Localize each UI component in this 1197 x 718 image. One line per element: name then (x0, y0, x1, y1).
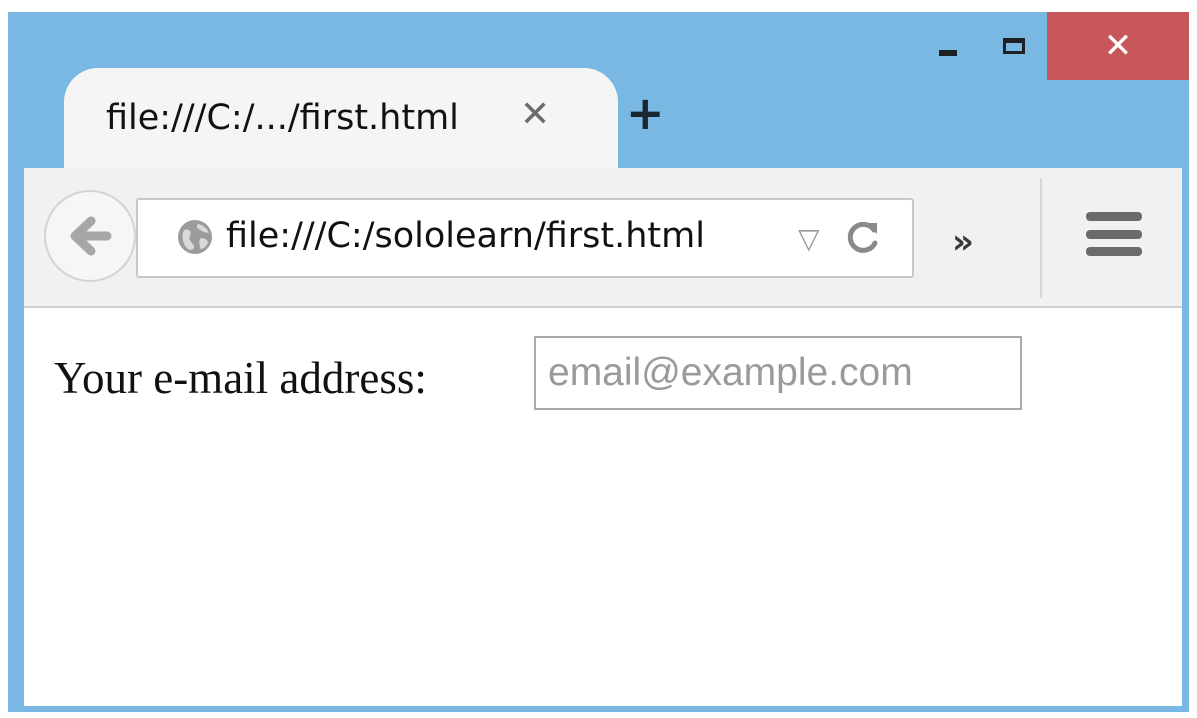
minimize-button[interactable] (915, 12, 981, 80)
globe-icon (178, 220, 212, 254)
tab-title: file:///C:/.../first.html (106, 98, 459, 138)
history-dropdown-icon[interactable]: ▽ (798, 222, 820, 255)
tab-first-html[interactable]: file:///C:/.../first.html ✕ (64, 68, 618, 168)
back-arrow-icon (70, 216, 112, 256)
email-field[interactable] (534, 336, 1022, 410)
browser-window: ✕ file:///C:/.../first.html ✕ + file:///… (8, 12, 1189, 712)
window-controls: ✕ (915, 12, 1189, 80)
page-content: Your e-mail address: (24, 308, 1182, 706)
url-text[interactable]: file:///C:/sololearn/first.html (226, 216, 705, 256)
hamburger-menu-icon[interactable] (1086, 212, 1142, 256)
new-tab-button[interactable]: + (626, 90, 665, 136)
minimize-icon (939, 50, 957, 56)
tab-close-icon[interactable]: ✕ (520, 94, 550, 135)
maximize-icon (1003, 38, 1025, 54)
reload-icon[interactable] (844, 218, 882, 256)
email-label: Your e-mail address: (54, 353, 427, 403)
toolbar-divider (1040, 178, 1042, 298)
url-bar[interactable]: file:///C:/sololearn/first.html ▽ (136, 198, 914, 278)
close-icon: ✕ (1103, 26, 1133, 66)
close-window-button[interactable]: ✕ (1047, 12, 1189, 80)
back-button[interactable] (44, 190, 136, 282)
maximize-button[interactable] (981, 12, 1047, 80)
navigation-toolbar: file:///C:/sololearn/first.html ▽ » (24, 168, 1182, 308)
overflow-chevron-icon[interactable]: » (952, 222, 974, 262)
